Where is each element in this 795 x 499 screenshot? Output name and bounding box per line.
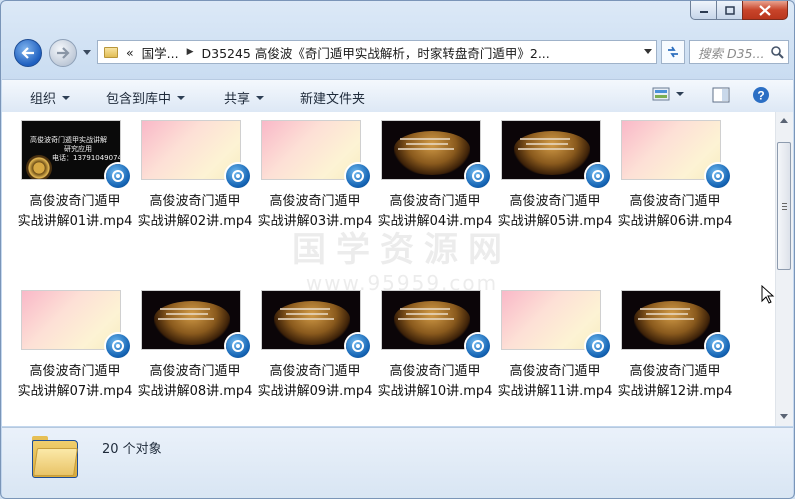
mouse-cursor-icon: [761, 285, 775, 304]
search-icon[interactable]: [770, 45, 784, 59]
file-item[interactable]: 高俊波奇门遁甲实战讲解 研究应用 电话：13791049074 高俊波奇门遁甲 实战讲解…: [16, 120, 134, 270]
media-player-icon: [346, 334, 370, 358]
command-bar: 组织 包含到库中 共享 新建文件夹 ?: [2, 79, 793, 113]
minimize-button[interactable]: [690, 1, 716, 20]
address-row: « 国学... ▶ D35245 高俊波《奇门遁甲实战解析，时家转盘奇门遁甲》2…: [9, 39, 789, 69]
breadcrumb-item-guoxue[interactable]: 国学...: [142, 43, 179, 62]
details-pane: 20 个对象: [2, 427, 793, 498]
file-name: 高俊波奇门遁甲 实战讲解04讲.mp4: [377, 194, 493, 229]
media-player-icon: [706, 334, 730, 358]
chevron-down-icon: [177, 95, 186, 100]
new-folder-label: 新建文件夹: [300, 92, 366, 107]
preview-pane-button[interactable]: [712, 87, 730, 103]
address-dropdown-icon[interactable]: [644, 49, 652, 54]
chevron-down-icon: [62, 95, 71, 100]
share-label: 共享: [224, 92, 251, 107]
scroll-up-arrow-icon[interactable]: [780, 118, 788, 123]
media-player-icon: [106, 334, 130, 358]
maximize-button[interactable]: [716, 1, 742, 20]
media-player-icon: [226, 334, 250, 358]
help-button[interactable]: ?: [752, 86, 770, 104]
change-view-button[interactable]: [652, 87, 684, 101]
file-name: 高俊波奇门遁甲 实战讲解05讲.mp4: [497, 194, 613, 229]
file-item[interactable]: 高俊波奇门遁甲 实战讲解12讲.mp4: [616, 290, 734, 426]
file-name: 高俊波奇门遁甲 实战讲解02讲.mp4: [137, 194, 253, 229]
folder-icon: [32, 436, 78, 478]
media-player-icon: [706, 164, 730, 188]
breadcrumb-arrow-icon[interactable]: ▶: [187, 47, 194, 57]
preview-pane-icon: [712, 87, 730, 103]
file-name: 高俊波奇门遁甲 实战讲解03讲.mp4: [257, 194, 373, 229]
close-button[interactable]: [742, 1, 788, 20]
refresh-icon: [668, 46, 678, 58]
media-player-icon: [106, 164, 130, 188]
media-player-icon: [586, 334, 610, 358]
organize-label: 组织: [30, 92, 57, 107]
folder-icon: [104, 46, 118, 58]
caption-buttons: [690, 1, 788, 20]
file-name: 高俊波奇门遁甲 实战讲解09讲.mp4: [257, 364, 373, 399]
include-library-label: 包含到库中: [106, 92, 172, 107]
file-item[interactable]: 高俊波奇门遁甲 实战讲解09讲.mp4: [256, 290, 374, 426]
file-item[interactable]: 高俊波奇门遁甲 实战讲解05讲.mp4: [496, 120, 614, 270]
search-input[interactable]: 搜索 D35...: [689, 40, 789, 64]
chevron-down-icon: [256, 95, 265, 100]
help-icon: ?: [753, 87, 769, 103]
file-item[interactable]: 高俊波奇门遁甲 实战讲解04讲.mp4: [376, 120, 494, 270]
share-menu[interactable]: 共享: [224, 88, 265, 107]
media-player-icon: [586, 164, 610, 188]
vertical-scrollbar[interactable]: [775, 112, 793, 426]
explorer-window: « 国学... ▶ D35245 高俊波《奇门遁甲实战解析，时家转盘奇门遁甲》2…: [0, 0, 795, 499]
file-name: 高俊波奇门遁甲 实战讲解01讲.mp4: [17, 194, 133, 229]
file-item[interactable]: 高俊波奇门遁甲 实战讲解08讲.mp4: [136, 290, 254, 426]
thumbnail-caption: 电话：13791049074: [52, 154, 121, 162]
back-arrow-icon: [21, 47, 34, 59]
breadcrumb-overflow[interactable]: «: [126, 45, 134, 60]
item-count: 20 个对象: [102, 442, 162, 457]
chevron-down-icon[interactable]: [676, 92, 684, 96]
refresh-button[interactable]: [661, 40, 685, 64]
svg-text:?: ?: [757, 89, 764, 103]
view-icon: [652, 87, 670, 101]
address-bar[interactable]: « 国学... ▶ D35245 高俊波《奇门遁甲实战解析，时家转盘奇门遁甲》2…: [97, 40, 657, 64]
file-name: 高俊波奇门遁甲 实战讲解12讲.mp4: [617, 364, 733, 399]
breadcrumb-item-current[interactable]: D35245 高俊波《奇门遁甲实战解析，时家转盘奇门遁甲》2...: [202, 43, 550, 62]
media-player-icon: [466, 164, 490, 188]
back-button[interactable]: [14, 39, 42, 67]
file-name: 高俊波奇门遁甲 实战讲解11讲.mp4: [497, 364, 613, 399]
scrollbar-thumb[interactable]: [777, 142, 791, 270]
media-player-icon: [226, 164, 250, 188]
file-item[interactable]: 高俊波奇门遁甲 实战讲解06讲.mp4: [616, 120, 734, 270]
file-item[interactable]: 高俊波奇门遁甲 实战讲解10讲.mp4: [376, 290, 494, 426]
file-name: 高俊波奇门遁甲 实战讲解08讲.mp4: [137, 364, 253, 399]
file-name: 高俊波奇门遁甲 实战讲解07讲.mp4: [17, 364, 133, 399]
search-placeholder: 搜索 D35...: [698, 45, 765, 61]
file-list-view[interactable]: 国学资源网 www.95959.com 高俊波奇门遁甲实战讲解 研究应用 电话：13…: [2, 112, 793, 426]
file-item[interactable]: 高俊波奇门遁甲 实战讲解03讲.mp4: [256, 120, 374, 270]
minimize-icon: [699, 11, 708, 13]
file-name: 高俊波奇门遁甲 实战讲解10讲.mp4: [377, 364, 493, 399]
new-folder-button[interactable]: 新建文件夹: [300, 88, 365, 107]
media-player-icon: [346, 164, 370, 188]
scroll-down-arrow-icon[interactable]: [780, 414, 788, 419]
media-player-icon: [466, 334, 490, 358]
file-name: 高俊波奇门遁甲 实战讲解06讲.mp4: [617, 194, 733, 229]
file-item[interactable]: 高俊波奇门遁甲 实战讲解07讲.mp4: [16, 290, 134, 426]
close-icon: [759, 4, 771, 16]
forward-arrow-icon: [57, 47, 70, 59]
recent-pages-dropdown[interactable]: [83, 50, 91, 55]
maximize-icon: [724, 5, 735, 15]
file-item[interactable]: 高俊波奇门遁甲 实战讲解11讲.mp4: [496, 290, 614, 426]
file-item[interactable]: 高俊波奇门遁甲 实战讲解02讲.mp4: [136, 120, 254, 270]
forward-button[interactable]: [49, 39, 77, 67]
organize-menu[interactable]: 组织: [30, 88, 71, 107]
include-in-library-menu[interactable]: 包含到库中: [106, 88, 186, 107]
